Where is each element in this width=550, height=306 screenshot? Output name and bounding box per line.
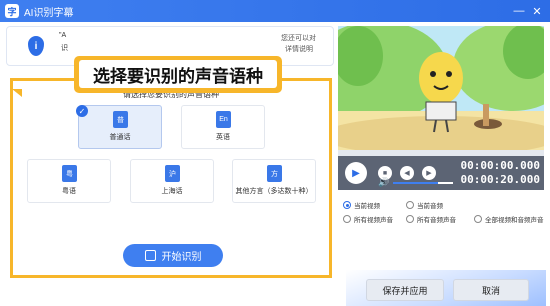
info-text: "A [59,32,67,39]
previous-frame-icon[interactable]: ◀ [400,166,414,180]
language-option-shanghainese[interactable]: 沪 上海话 [130,159,214,203]
info-text: 识 [61,45,68,52]
language-label: 普通话 [109,134,131,141]
radio[interactable] [474,215,482,223]
option-all-audio-sound[interactable]: 所有音频声音 [406,214,456,224]
start-label: 开始识别 [161,252,202,263]
option-all-video-audio[interactable]: 全部视频和音频声音 [474,214,544,224]
minimize-icon[interactable]: — [512,4,526,18]
right-pane: ▶ ■ ◀ ▶ 🔊 00:00:00.000 00:00:20.000 当前视频… [338,26,544,270]
option-current-video[interactable]: 当前视频 [343,200,380,210]
next-frame-icon[interactable]: ▶ [422,166,436,180]
radio[interactable] [406,201,414,209]
details-link[interactable]: 详情说明 [285,44,313,54]
option-label: 全部视频和音频声音 [485,217,544,224]
radio[interactable] [343,215,351,223]
info-hint: 您还可以对 [281,35,316,42]
option-label: 当前视频 [354,203,380,210]
volume-level [393,182,438,184]
check-icon: ✓ [76,105,88,117]
cantonese-icon: 粤 [62,165,77,182]
scope-options: 当前视频 当前音频 所有视频声音 所有音频声音 全部视频和音频声音 [338,194,544,250]
option-label: 所有音频声音 [417,217,456,224]
language-option-english[interactable]: En 英语 [181,105,265,149]
english-icon: En [216,111,231,128]
title-bar: 字 AI识别字幕 — ✕ [0,0,550,22]
radio-checked[interactable] [343,201,351,209]
mandarin-icon: 普 [113,111,128,128]
left-pane: i "A 识 您还可以对 详情说明 请选择您要识别的声音语种 ✓ 普 普通话 E… [6,26,334,296]
start-recognition-button[interactable]: 开始识别 [123,244,223,267]
language-label: 上海话 [161,188,183,195]
option-current-audio[interactable]: 当前音频 [406,200,443,210]
scan-icon [144,250,156,261]
current-time: 00:00:00.000 [460,159,540,172]
info-icon: i [28,36,44,56]
language-option-other-dialects[interactable]: 方 其他方言（多达数十种） [232,159,316,203]
shanghainese-icon: 沪 [165,165,180,182]
option-all-video-sound[interactable]: 所有视频声音 [343,214,393,224]
callout-banner: 选择要识别的声音语种 [74,56,282,93]
app-title: AI识别字幕 [24,7,74,19]
language-option-cantonese[interactable]: 粤 粤语 [27,159,111,203]
callout-text: 选择要识别的声音语种 [79,60,277,88]
save-apply-button[interactable]: 保存并应用 [366,279,444,301]
language-option-mandarin[interactable]: ✓ 普 普通话 [76,105,162,149]
language-label: 其他方言（多达数十种） [235,188,313,195]
app-logo-icon: 字 [5,4,19,18]
volume-icon[interactable]: 🔊 [378,177,389,188]
player-controls: ▶ ■ ◀ ▶ 🔊 00:00:00.000 00:00:20.000 [338,156,544,190]
video-preview[interactable] [338,26,544,150]
radio[interactable] [406,215,414,223]
close-icon[interactable]: ✕ [530,4,544,18]
language-label: 英语 [216,134,230,141]
language-panel: 请选择您要识别的声音语种 ✓ 普 普通话 En 英语 粤 粤语 沪 上海话 方 … [10,78,332,278]
language-label: 粤语 [62,188,76,195]
option-label: 当前音频 [417,203,443,210]
callout-pointer [12,89,22,97]
play-icon[interactable]: ▶ [345,162,367,184]
cartoon-scene-image [338,26,544,150]
dialect-icon: 方 [267,165,282,182]
total-time: 00:00:20.000 [460,173,540,186]
option-label: 所有视频声音 [354,217,393,224]
cancel-button[interactable]: 取消 [453,279,529,301]
